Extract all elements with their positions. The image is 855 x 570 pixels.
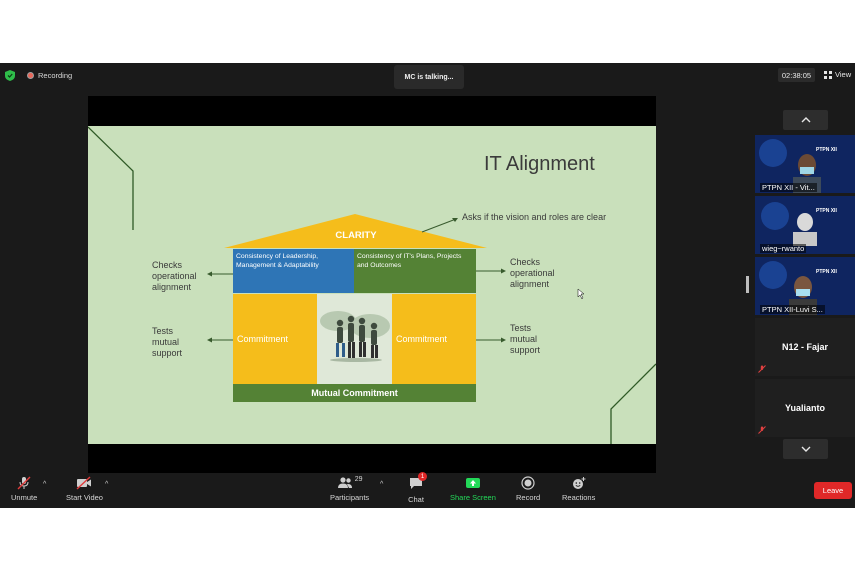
reactions-label: Reactions xyxy=(562,493,596,502)
start-video-button[interactable]: Start Video xyxy=(66,476,103,502)
record-button[interactable]: Record xyxy=(516,476,540,502)
meeting-timer: 02:38:05 xyxy=(778,68,815,82)
participant-name: PTPN XII-Luvi S... xyxy=(760,305,825,314)
left-bottom-note: Tests mutual support xyxy=(152,326,183,358)
base-label: Mutual Commitment xyxy=(233,384,476,402)
roof-label: CLARITY xyxy=(335,230,377,241)
chat-icon-group: 1 xyxy=(408,472,427,495)
presentation-slide: IT Alignment CLARITY Asks if the vision … xyxy=(88,126,656,444)
start-video-label: Start Video xyxy=(66,493,103,502)
roof-annotation: Asks if the vision and roles are clear xyxy=(462,212,607,222)
chevron-up-icon xyxy=(801,117,810,123)
scroll-down-button[interactable] xyxy=(783,439,828,459)
muted-mic-icon xyxy=(17,476,31,490)
recording-dot-icon xyxy=(27,72,34,79)
shared-screen: IT Alignment CLARITY Asks if the vision … xyxy=(88,96,656,473)
chevron-down-icon xyxy=(801,446,810,452)
chat-button[interactable]: 1 Chat xyxy=(408,472,427,504)
video-off-icon xyxy=(77,476,92,490)
unmute-button[interactable]: Unmute xyxy=(11,476,37,502)
it-plans-block: Consistency of IT's Plans, Projects and O… xyxy=(357,253,462,269)
chat-label: Chat xyxy=(408,495,424,504)
share-screen-icon xyxy=(465,478,480,488)
view-label: View xyxy=(835,70,852,79)
tile-brand: PTPN XII xyxy=(816,269,837,275)
panel-resize-handle[interactable] xyxy=(746,276,749,293)
participant-name: Yualianto xyxy=(784,403,825,413)
scroll-up-button[interactable] xyxy=(783,110,828,130)
video-tile[interactable]: PTPN XII wieg~rwanto xyxy=(755,196,855,254)
name-tile[interactable]: N12 - Fajar xyxy=(755,318,855,376)
security-shield-icon[interactable] xyxy=(5,70,15,81)
audio-options-caret[interactable]: ^ xyxy=(43,481,46,488)
participants-icon xyxy=(337,477,352,488)
video-tile[interactable]: PTPN XII PTPN XII-Luvi S... xyxy=(755,257,855,315)
video-tile[interactable]: PTPN XII PTPN XII - Vit... xyxy=(755,135,855,193)
view-button[interactable]: View xyxy=(824,70,851,79)
tile-brand: PTPN XII xyxy=(816,147,837,153)
record-label: Record xyxy=(516,493,541,502)
participant-name: PTPN XII - Vit... xyxy=(760,183,817,192)
share-screen-button[interactable]: Share Screen xyxy=(450,476,496,502)
participants-button[interactable]: 29 Participants xyxy=(330,476,369,502)
participants-options-caret[interactable]: ^ xyxy=(380,481,383,488)
video-options-caret[interactable]: ^ xyxy=(105,481,108,488)
right-bottom-note: Tests mutual support xyxy=(510,323,541,355)
muted-mic-icon xyxy=(758,365,766,373)
zoom-window: Recording MC is talking... 02:38:05 View xyxy=(0,63,855,508)
unmute-label: Unmute xyxy=(11,493,38,502)
chat-badge: 1 xyxy=(418,472,427,481)
muted-mic-icon xyxy=(758,426,766,434)
share-screen-label: Share Screen xyxy=(450,493,496,502)
pillar-right: Commitment xyxy=(392,294,476,384)
reactions-button[interactable]: Reactions xyxy=(562,476,595,502)
slide-title: IT Alignment xyxy=(484,153,595,175)
leave-button[interactable]: Leave xyxy=(814,482,852,499)
participants-label: Participants xyxy=(330,493,370,502)
name-tile[interactable]: Yualianto xyxy=(755,379,855,437)
right-top-note: Checks operational alignment xyxy=(510,257,555,289)
leadership-block: Consistency of Leadership, Management & A… xyxy=(236,253,319,269)
tile-brand: PTPN XII xyxy=(816,208,837,214)
participants-count: 29 xyxy=(354,476,363,483)
smiley-plus-icon xyxy=(572,477,586,489)
participant-name: wieg~rwanto xyxy=(760,244,807,253)
record-icon xyxy=(521,476,535,490)
left-top-note: Checks operational alignment xyxy=(152,260,197,292)
recording-indicator[interactable]: Recording xyxy=(27,71,72,80)
pillar-left: Commitment xyxy=(233,294,317,384)
recording-label: Recording xyxy=(38,71,73,80)
participants-icon-group: 29 xyxy=(337,476,363,493)
active-speaker-banner: MC is talking... xyxy=(394,65,464,89)
participant-name: N12 - Fajar xyxy=(781,342,829,352)
grid-icon xyxy=(824,70,832,79)
